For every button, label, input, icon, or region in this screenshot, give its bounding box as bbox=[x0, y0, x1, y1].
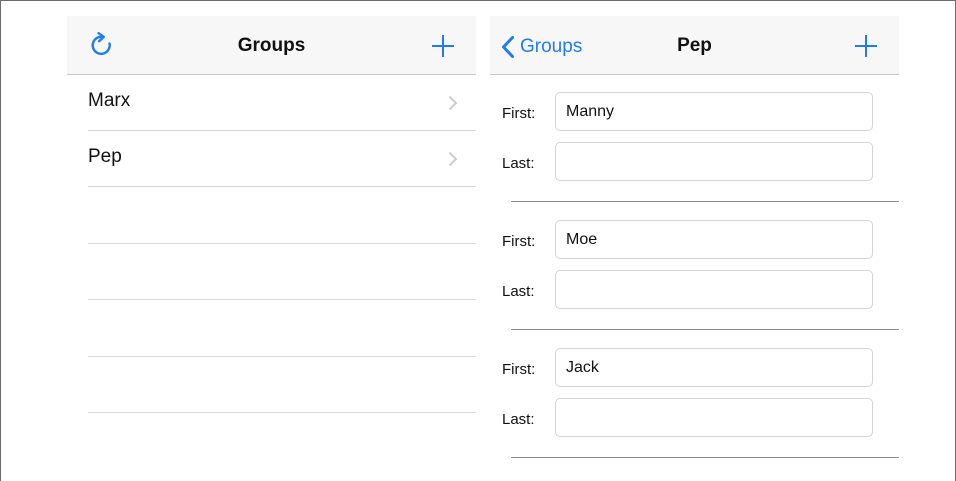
empty-row-divider bbox=[88, 356, 476, 357]
first-name-label: First: bbox=[502, 233, 536, 250]
group-detail-screen: Groups Pep First: Last: First: Last: Fir… bbox=[490, 16, 899, 481]
chevron-right-icon bbox=[448, 151, 458, 167]
detail-navbar: Groups Pep bbox=[490, 16, 899, 75]
last-name-label: Last: bbox=[502, 155, 535, 172]
group-row-label: Pep bbox=[88, 146, 122, 167]
group-row-label: Marx bbox=[88, 90, 131, 111]
person-entry: First: Last: bbox=[490, 331, 899, 459]
detail-title: Pep bbox=[677, 35, 712, 56]
plus-icon[interactable] bbox=[853, 33, 879, 59]
person-entry: First: Last: bbox=[490, 203, 899, 331]
first-name-field[interactable] bbox=[555, 348, 873, 387]
frame-left-border bbox=[0, 0, 1, 481]
last-name-field[interactable] bbox=[555, 398, 873, 437]
first-name-label: First: bbox=[502, 105, 536, 122]
groups-navbar: Groups bbox=[67, 16, 476, 75]
empty-row-divider bbox=[88, 412, 476, 413]
last-name-label: Last: bbox=[502, 283, 535, 300]
person-entry: First: Last: bbox=[490, 75, 899, 203]
empty-row-divider bbox=[88, 243, 476, 244]
chevron-right-icon bbox=[448, 95, 458, 111]
first-name-field[interactable] bbox=[555, 220, 873, 259]
first-name-field[interactable] bbox=[555, 92, 873, 131]
group-row-marx[interactable]: Marx bbox=[88, 75, 476, 131]
person-separator bbox=[511, 201, 899, 202]
first-name-label: First: bbox=[502, 361, 536, 378]
group-row-pep[interactable]: Pep bbox=[88, 131, 476, 187]
empty-row-divider bbox=[88, 299, 476, 300]
last-name-field[interactable] bbox=[555, 270, 873, 309]
last-name-label: Last: bbox=[502, 411, 535, 428]
person-separator bbox=[511, 329, 899, 330]
groups-title: Groups bbox=[237, 35, 306, 56]
last-name-field[interactable] bbox=[555, 142, 873, 181]
plus-icon[interactable] bbox=[430, 33, 456, 59]
groups-screen: Groups Marx Pep bbox=[67, 16, 476, 481]
frame-top-border bbox=[0, 0, 956, 1]
person-separator bbox=[511, 457, 899, 458]
